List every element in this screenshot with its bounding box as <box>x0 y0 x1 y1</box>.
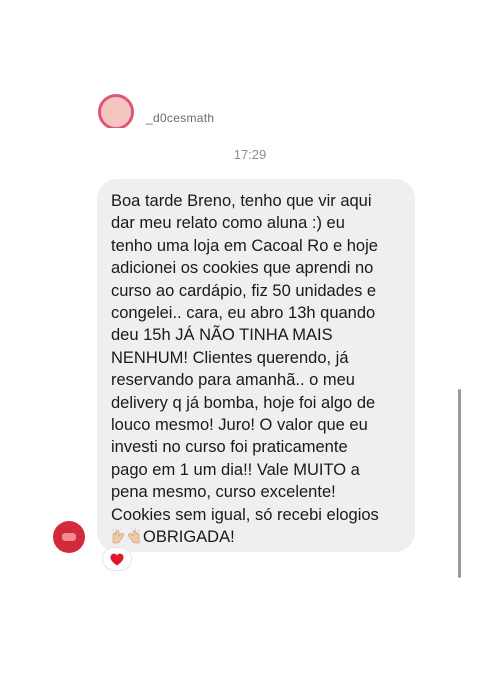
header-username[interactable]: _d0cesmath <box>146 111 214 125</box>
dm-thread: _d0cesmath 17:29 Boa tarde Breno, tenho … <box>0 0 500 700</box>
scrollbar[interactable] <box>458 389 461 578</box>
sender-avatar[interactable] <box>53 521 85 553</box>
raising-hands-icon <box>128 528 140 544</box>
profile-avatar[interactable] <box>98 94 134 128</box>
message-text: Boa tarde Breno, tenho que vir aqui dar … <box>111 192 379 524</box>
red-heart-icon <box>110 553 124 565</box>
message-bubble[interactable]: Boa tarde Breno, tenho que vir aqui dar … <box>97 179 415 552</box>
conversation-header: _d0cesmath <box>0 0 500 128</box>
raising-hands-icon <box>112 528 124 544</box>
message-timestamp: 17:29 <box>233 147 267 162</box>
reaction-badge[interactable] <box>102 547 132 571</box>
message-closing-line: OBRIGADA! <box>111 526 403 548</box>
message-closing: OBRIGADA! <box>143 528 235 547</box>
